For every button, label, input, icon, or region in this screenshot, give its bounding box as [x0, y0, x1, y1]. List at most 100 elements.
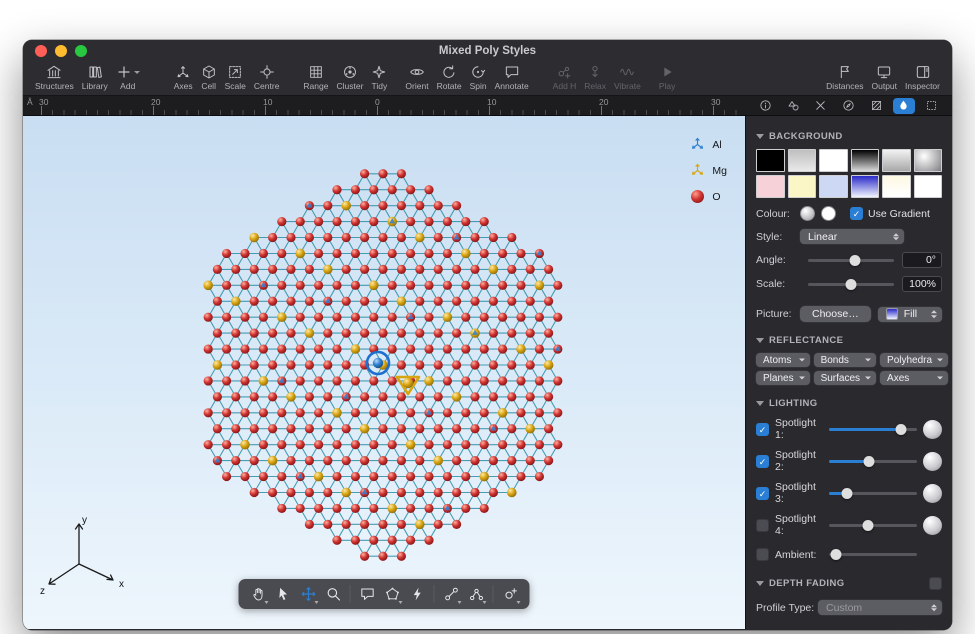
toolbar-spin[interactable]: Spin — [466, 64, 491, 91]
angle-value[interactable]: 0° — [902, 252, 942, 268]
polygon-select-tool[interactable] — [380, 582, 405, 606]
use-gradient-checkbox[interactable] — [850, 207, 863, 220]
ambient-row: Ambient: — [756, 545, 942, 564]
slider-knob[interactable] — [896, 424, 907, 435]
background-swatch[interactable] — [882, 149, 911, 172]
background-swatch[interactable] — [851, 149, 880, 172]
slider-knob[interactable] — [841, 488, 852, 499]
background-swatch[interactable] — [914, 175, 943, 198]
cross-tools-icon — [814, 99, 827, 112]
spotlight-1-slider[interactable] — [829, 422, 917, 436]
background-swatch[interactable] — [788, 175, 817, 198]
toolbar-cell[interactable]: Cell — [197, 64, 221, 91]
background-swatch[interactable] — [819, 175, 848, 198]
scale-slider[interactable] — [808, 277, 894, 291]
background-swatch[interactable] — [914, 149, 943, 172]
pan-tool[interactable] — [246, 582, 271, 606]
toolbar-label: Vibrate — [614, 81, 641, 91]
toolbar-inspector[interactable]: Inspector — [901, 64, 944, 91]
slider-knob[interactable] — [831, 549, 842, 560]
quick-measure-tool[interactable] — [405, 582, 430, 606]
spotlight-3-slider[interactable] — [829, 486, 917, 500]
reflectance-surfaces-popup[interactable]: Surfaces — [814, 371, 876, 385]
background-swatch[interactable] — [756, 175, 785, 198]
background-swatch[interactable] — [882, 175, 911, 198]
spotlight-2-checkbox[interactable] — [756, 455, 769, 468]
toolbar-annotate[interactable]: Annotate — [491, 64, 533, 91]
distance-tool[interactable] — [439, 582, 464, 606]
toolbar-rotate[interactable]: Rotate — [433, 64, 466, 91]
pattern-tab[interactable] — [865, 98, 888, 114]
tools-tab[interactable] — [809, 98, 832, 114]
polygon-icon — [384, 586, 400, 602]
toolbar-centre[interactable]: Centre — [250, 64, 284, 91]
background-section-header[interactable]: BACKGROUND — [756, 131, 942, 142]
background-swatch[interactable] — [756, 149, 785, 172]
popup-chevrons-icon — [865, 359, 871, 362]
arrow-select-tool[interactable] — [271, 582, 296, 606]
toolbar-structures[interactable]: Structures — [31, 64, 78, 91]
info-tab[interactable] — [754, 98, 777, 114]
structure-canvas[interactable]: Al Mg O y x z — [23, 116, 745, 629]
shapes-tab[interactable] — [782, 98, 805, 114]
toolbar-add[interactable]: Add — [112, 64, 144, 91]
spotlight-3-checkbox[interactable] — [756, 487, 769, 500]
slider-knob[interactable] — [850, 255, 861, 266]
ruler-unit: Å — [27, 97, 33, 107]
toolbar-range[interactable]: Range — [299, 64, 332, 91]
spotlight-4-checkbox[interactable] — [756, 519, 769, 532]
slider-knob[interactable] — [846, 279, 857, 290]
depth-fading-section-header[interactable]: DEPTH FADING — [756, 578, 929, 589]
toolbar-label: Range — [303, 81, 328, 91]
selection-tab[interactable] — [920, 98, 943, 114]
spotlight-2-slider[interactable] — [829, 454, 917, 468]
slider-knob[interactable] — [863, 456, 874, 467]
toolbar-scale[interactable]: Scale — [221, 64, 250, 91]
background-swatch[interactable] — [819, 149, 848, 172]
ambient-checkbox[interactable] — [756, 548, 769, 561]
toolbar-orient[interactable]: Orient — [401, 64, 432, 91]
reflectance-planes-popup[interactable]: Planes — [756, 371, 810, 385]
scale-value[interactable]: 100% — [902, 276, 942, 292]
add-atom-tool[interactable] — [498, 582, 523, 606]
zoom-tool[interactable] — [321, 582, 346, 606]
colour-well-gradient[interactable] — [800, 206, 815, 221]
angle-slider[interactable] — [808, 253, 894, 267]
translate-tool[interactable] — [296, 582, 321, 606]
reflectance-section-header[interactable]: REFLECTANCE — [756, 335, 942, 346]
colour-well-white[interactable] — [821, 206, 836, 221]
spotlight-4-slider[interactable] — [829, 518, 917, 532]
slider-knob[interactable] — [862, 520, 873, 531]
reflectance-polyhedra-popup[interactable]: Polyhedra — [880, 353, 948, 367]
profile-type-popup[interactable]: Custom — [818, 600, 942, 615]
reflectance-bonds-popup[interactable]: Bonds — [814, 353, 876, 367]
spotlight-1-label: Spotlight 1: — [775, 417, 823, 441]
ambient-slider[interactable] — [829, 548, 917, 562]
angle-tool[interactable] — [464, 582, 489, 606]
disclosure-triangle-icon — [756, 581, 764, 586]
inspector-panel: BACKGROUND Colour: — [745, 116, 952, 629]
toolbar-library[interactable]: Library — [78, 64, 112, 91]
spotlight-1-checkbox[interactable] — [756, 423, 769, 436]
depth-fading-checkbox[interactable] — [929, 577, 942, 590]
toolbar-axes[interactable]: Axes — [170, 64, 197, 91]
spotlight-2-row: Spotlight 2: — [756, 449, 942, 473]
tool-palette — [239, 579, 530, 609]
background-swatch[interactable] — [788, 149, 817, 172]
fill-popup[interactable]: Fill — [878, 307, 942, 322]
compass-tab[interactable] — [837, 98, 860, 114]
style-popup[interactable]: Linear — [800, 229, 904, 244]
label-tool[interactable] — [355, 582, 380, 606]
popup-chevrons-icon — [931, 310, 937, 318]
toolbar-cluster[interactable]: Cluster — [332, 64, 367, 91]
lighting-section-header[interactable]: LIGHTING — [756, 398, 942, 409]
toolbar-distances[interactable]: Distances — [822, 64, 867, 91]
choose-picture-button[interactable]: Choose… — [800, 306, 871, 322]
reflectance-atoms-popup[interactable]: Atoms — [756, 353, 810, 367]
ruler: Å 30 20 10 0 10 20 30 — [23, 96, 745, 115]
background-swatch[interactable] — [851, 175, 880, 198]
toolbar-output[interactable]: Output — [868, 64, 902, 91]
reflectance-axes-popup[interactable]: Axes — [880, 371, 948, 385]
appearance-tab[interactable] — [893, 98, 916, 114]
toolbar-tidy[interactable]: Tidy — [367, 64, 391, 91]
